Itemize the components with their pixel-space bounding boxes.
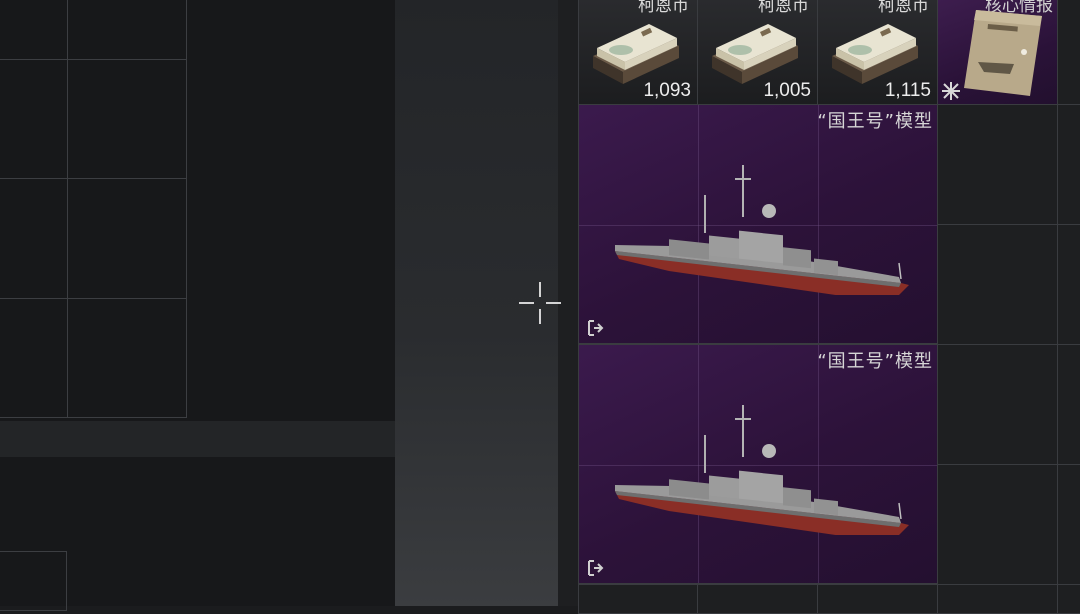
stash-panel xyxy=(0,0,395,611)
inventory-item-money[interactable]: 柯恩币 1,093 xyxy=(578,0,698,105)
money-stack-icon xyxy=(593,24,679,84)
inventory-slot-empty[interactable] xyxy=(937,584,1058,614)
item-count: 1,115 xyxy=(884,80,931,101)
inventory-slot-empty[interactable] xyxy=(697,584,818,614)
inventory-slot-empty[interactable] xyxy=(1057,0,1080,105)
stash-grid xyxy=(0,0,187,418)
unequip-icon[interactable] xyxy=(587,319,605,337)
stash-slot[interactable] xyxy=(0,551,67,611)
crosshair-cursor-icon xyxy=(519,282,561,324)
inventory-slot-empty[interactable] xyxy=(1057,584,1080,614)
inventory-slot-empty[interactable] xyxy=(1057,464,1080,585)
inventory-slot-empty[interactable] xyxy=(937,224,1058,345)
panel-divider xyxy=(0,421,395,457)
inventory-slot-empty[interactable] xyxy=(937,104,1058,225)
ship-model-icon xyxy=(615,405,909,535)
inventory-slot-empty[interactable] xyxy=(578,584,698,614)
inventory-item-money[interactable]: 柯恩币 1,005 xyxy=(697,0,818,105)
inventory-slot-empty[interactable] xyxy=(1057,104,1080,225)
ship-model-icon xyxy=(615,165,909,295)
inventory-item-ship-model[interactable]: “国王号”模型 xyxy=(578,104,938,344)
inventory-item-intel[interactable]: 核心情报 xyxy=(937,0,1058,105)
stash-slot[interactable] xyxy=(0,298,68,418)
item-count: 1,005 xyxy=(763,80,811,101)
stash-slot[interactable] xyxy=(67,178,187,299)
inventory-slot-empty[interactable] xyxy=(1057,224,1080,345)
item-count: 1,093 xyxy=(643,80,691,101)
inventory-item-ship-model[interactable]: “国王号”模型 xyxy=(578,344,938,584)
item-name: “国王号”模型 xyxy=(817,351,933,372)
rarity-burst-icon xyxy=(942,82,960,100)
stash-slot[interactable] xyxy=(0,178,68,299)
inventory-slot-empty[interactable] xyxy=(1057,344,1080,465)
stash-slot[interactable] xyxy=(67,298,187,418)
inventory-item-money[interactable]: 柯恩币 1,115 xyxy=(817,0,938,105)
inventory-slot-empty[interactable] xyxy=(937,464,1058,585)
unequip-icon[interactable] xyxy=(587,559,605,577)
item-name: “国王号”模型 xyxy=(817,111,933,132)
intel-document-icon xyxy=(964,10,1042,96)
stash-slot[interactable] xyxy=(0,59,68,179)
money-stack-icon xyxy=(832,24,918,84)
stash-slot[interactable] xyxy=(67,59,187,179)
money-stack-icon xyxy=(712,24,798,84)
stash-slot[interactable] xyxy=(0,0,68,60)
inventory-slot-empty[interactable] xyxy=(817,584,938,614)
inventory-slot-empty[interactable] xyxy=(937,344,1058,465)
stash-slot[interactable] xyxy=(67,0,187,60)
